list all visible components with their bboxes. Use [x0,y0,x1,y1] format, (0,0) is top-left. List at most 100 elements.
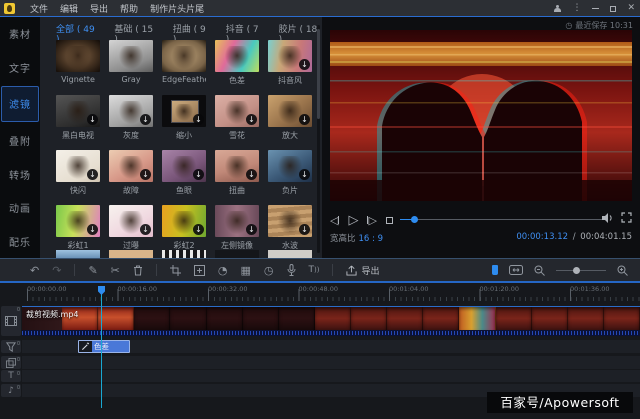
zoom-in-icon[interactable] [617,265,628,276]
window-controls: ⋮ ✕ [553,0,635,17]
text-to-speech-icon[interactable]: T)) [309,266,320,275]
download-icon: ↓ [299,59,310,70]
filter-name: 负片 [268,185,312,196]
filter-item[interactable]: EdgeFeather [162,40,206,95]
filter-row-partial [56,250,312,258]
marker-icon[interactable] [492,265,498,275]
filter-thumbnail[interactable] [109,250,153,258]
speed-icon[interactable]: ◔ [218,265,228,276]
film-frame [315,307,351,330]
filter-item[interactable]: ↓负片 [268,150,312,205]
zoom-out-icon[interactable] [534,265,545,276]
filter-name: 鱼眼 [162,185,206,196]
music-track-header[interactable]: ♪ [1,384,21,397]
filter-thumbnail[interactable] [162,250,206,258]
sidebar-tab[interactable]: 动画 [0,191,40,225]
duration-icon[interactable]: ◷ [264,265,274,276]
track-lock-icon[interactable] [17,385,20,389]
next-frame-button[interactable]: ▷ [367,215,376,226]
filter-item[interactable]: ↓鱼眼 [162,150,206,205]
volume-icon[interactable] [601,212,613,224]
previous-frame-button[interactable]: ◁ [330,215,339,226]
sidebar-tab[interactable]: 文字 [0,51,40,85]
mosaic-icon[interactable]: ▦ [240,265,250,276]
record-mic-icon[interactable] [287,264,296,276]
filter-item[interactable]: Vignette [56,40,100,95]
more-menu-icon[interactable]: ⋮ [572,4,581,13]
close-button[interactable]: ✕ [627,4,635,13]
edit-icon[interactable]: ✎ [88,265,97,276]
account-icon[interactable] [553,5,561,13]
sidebar-tab[interactable]: 配乐 [0,224,40,258]
filter-item[interactable]: 色差 [215,40,259,95]
scrollbar-thumb[interactable] [317,29,320,119]
menu-item[interactable]: 文件 [24,2,54,15]
export-button[interactable]: 导出 [346,264,379,277]
aspect-ratio-value[interactable]: 16 : 9 [359,234,384,244]
filter-track-header[interactable] [1,340,21,353]
download-icon: ↓ [299,224,310,235]
maximize-button[interactable] [610,6,616,12]
filter-panel: 全部 ( 49 )基础 ( 15 )扭曲 ( 9 )抖音 ( 7 )胶片 ( 1… [40,17,322,258]
filter-item[interactable]: ↓抖音风 [268,40,312,95]
video-clip[interactable] [22,306,640,330]
filter-thumbnail[interactable] [215,250,259,258]
filter-item[interactable]: ↓灰度 [109,95,153,150]
sidebar-tab[interactable]: 转场 [0,157,40,191]
download-icon: ↓ [87,224,98,235]
menu-item[interactable]: 制作片头片尾 [144,2,210,15]
split-scissors-icon[interactable]: ✂ [111,265,120,276]
overlay-track-header[interactable] [1,356,21,369]
sidebar-tab[interactable]: 素材 [0,17,40,51]
filter-thumbnail[interactable] [56,250,100,258]
filter-item[interactable]: ↓放大 [268,95,312,150]
filter-item[interactable]: ↓扭曲 [215,150,259,205]
filter-item[interactable]: ↓故障 [109,150,153,205]
play-button[interactable]: ▷ [348,214,358,227]
minimize-button[interactable] [592,8,599,9]
text-track-header[interactable]: T [1,370,21,382]
zoom-slider-handle[interactable] [573,267,580,274]
download-icon: ↓ [140,114,151,125]
crop-icon[interactable] [170,265,181,276]
filter-item[interactable]: Gray [109,40,153,95]
video-track-header[interactable] [1,306,21,336]
undo-icon[interactable]: ↶ [30,265,39,276]
filter-item[interactable]: ↓黑白电视 [56,95,100,150]
filter-grid: VignetteGrayEdgeFeather 色差 ↓抖音风 ↓黑白电视↓灰度↓缩小… [56,40,312,258]
seek-handle[interactable] [411,216,418,223]
timeline-zoom-slider[interactable] [556,267,606,274]
filter-item[interactable]: ↓快闪 [56,150,100,205]
track-lock-icon[interactable] [17,341,20,345]
fit-timeline-icon[interactable] [509,265,523,275]
track-lock-icon[interactable] [17,307,20,311]
zoom-crop-icon[interactable] [194,265,205,276]
time-ruler[interactable]: 00:00:00.0000:00:16.0000:00:32.0000:00:4… [0,283,640,302]
menu-item[interactable]: 导出 [84,2,114,15]
seek-slider[interactable] [400,219,606,221]
delete-icon[interactable] [133,265,143,276]
filter-thumbnail: ↓ [56,95,100,127]
filter-item[interactable]: ↓雪花 [215,95,259,150]
filter-thumbnail: ↓ [215,150,259,182]
track-lock-icon[interactable] [17,371,20,375]
playhead-line[interactable] [101,294,102,408]
sidebar-tab[interactable]: 滤镜 [1,86,39,122]
menu-item[interactable]: 编辑 [54,2,84,15]
fullscreen-icon[interactable] [621,212,632,223]
app-logo-icon[interactable] [4,3,15,14]
sidebar-tab[interactable]: 叠附 [0,124,40,158]
stop-button[interactable] [386,217,393,224]
title-bar: 文件编辑导出帮助制作片头片尾 [0,0,640,17]
video-preview[interactable] [330,30,632,201]
filter-thumbnail: ↓ [56,205,100,237]
filter-item[interactable]: ↓缩小 [162,95,206,150]
filter-name: 色差 [215,75,259,86]
redo-icon[interactable]: ↷ [52,265,61,276]
track-lock-icon[interactable] [17,357,20,361]
menu-item[interactable]: 帮助 [114,2,144,15]
filter-clip[interactable]: 色差 [78,340,130,353]
download-icon: ↓ [193,224,204,235]
filter-thumbnail[interactable] [268,250,312,258]
scrollbar[interactable] [317,25,320,253]
